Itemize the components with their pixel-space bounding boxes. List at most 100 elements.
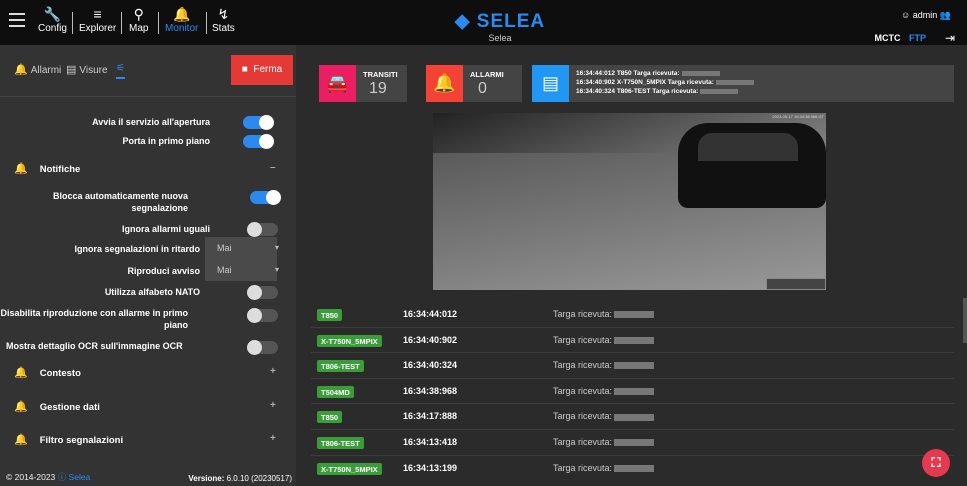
nav-divider <box>72 12 73 34</box>
log-line-text: 16:34:40:902 X-T750N_5MPIX Targa ricevut… <box>576 79 714 86</box>
nav-stats[interactable]: ↯ Stats <box>212 5 235 34</box>
list-icon: ▤ <box>532 65 569 102</box>
select-value: Mai <box>217 265 232 275</box>
log-line: 16:34:40:902 X-T750N_5MPIX Targa ricevut… <box>576 78 754 87</box>
nav-config[interactable]: 🔧 Config <box>38 5 67 34</box>
expand-icon[interactable]: + <box>270 366 276 377</box>
ftp-link[interactable]: FTP <box>909 33 926 43</box>
logout-icon[interactable]: ⇥ <box>945 31 955 45</box>
user-menu[interactable]: ☺ admin 👥 <box>901 10 951 21</box>
setting-label: Riproduci avviso <box>127 266 200 276</box>
sidebar-tabs: 🔔 Allarmi ▤ Visure ⚟ ■ Ferma <box>0 45 296 97</box>
wrench-icon: 🔧 <box>43 6 62 22</box>
toggle-avvia[interactable] <box>243 115 274 130</box>
transit-time: 16:34:44:012 <box>403 309 458 319</box>
toggle-disabilita[interactable] <box>247 308 278 323</box>
table-row[interactable]: T850 16:34:44:012 Targa ricevuta: <box>311 302 954 328</box>
section-filtro[interactable]: 🔔 Filtro segnalazioni + <box>14 433 284 446</box>
toggle-ignora-uguali[interactable] <box>247 222 278 237</box>
user-name: admin <box>912 10 938 20</box>
transit-time: 16:34:17:888 <box>403 411 458 422</box>
log-lines: 16:34:44:012 T850 Targa ricevuta: 16:34:… <box>576 69 754 96</box>
table-row[interactable]: X-T750N_5MPIX 16:34:40:902 Targa ricevut… <box>311 328 954 354</box>
selea-diamond-icon: ◆ <box>454 11 471 32</box>
nav-monitor[interactable]: 🔔 Monitor <box>165 5 198 34</box>
copyright: © 2014-2023 <box>6 472 56 482</box>
log-line-text: 16:34:40:324 T806-TEST Targa ricevuta: <box>576 88 699 95</box>
setting-label: Ignora allarmi uguali <box>121 224 210 234</box>
select-ritardo[interactable]: Mai <box>205 237 279 259</box>
company-link[interactable]: Selea <box>69 472 91 482</box>
section-notifiche[interactable]: 🔔 Notifiche – <box>14 162 284 175</box>
setting-label: Disabilita riproduzione con allarme in p… <box>0 308 188 330</box>
transit-message: Targa ricevuta: <box>553 360 655 370</box>
transit-time: 16:34:40:902 <box>403 334 458 345</box>
plate-badge: T806-TEST <box>317 360 364 373</box>
status-links: MCTC FTP <box>868 33 926 43</box>
redacted-plate <box>614 311 655 319</box>
nav-map[interactable]: ⚲ Map <box>129 5 148 34</box>
nav-explorer-label: Explorer <box>79 23 117 34</box>
brand-logo: ◆ SELEA <box>440 10 560 33</box>
transits-table: T850 16:34:44:012 Targa ricevuta: X-T750… <box>311 302 954 481</box>
stop-button[interactable]: ■ Ferma <box>231 55 293 85</box>
fullscreen-icon: ⛶ <box>931 455 941 470</box>
toggle-blocca[interactable] <box>250 190 281 205</box>
toggle-nato[interactable] <box>247 285 278 300</box>
transit-message: Targa ricevuta: <box>553 335 655 345</box>
nav-divider <box>158 12 159 34</box>
redacted-plate <box>614 464 655 472</box>
redacted-plate <box>614 336 655 344</box>
stop-icon: ■ <box>241 64 248 75</box>
sidebar: 🔔 Allarmi ▤ Visure ⚟ ■ Ferma Avvia il serv… <box>0 45 296 486</box>
version-info: Versione: 6.0.10 (20230517) <box>188 474 292 483</box>
fullscreen-button[interactable]: ⛶ <box>922 449 950 477</box>
plate-badge: T850 <box>317 309 343 321</box>
table-row[interactable]: T806-TEST 16:34:40:324 Targa ricevuta: <box>311 353 954 379</box>
tab-visure[interactable]: ▤ Visure <box>66 63 108 76</box>
redacted-plate <box>715 79 754 85</box>
bell-icon: 🔔 <box>14 64 28 76</box>
camera-image[interactable]: 2023-05-17 16:34:38.968 GT <box>433 113 826 290</box>
select-value: Mai <box>217 243 232 253</box>
monitor-panel: 🚘 TRANSITI 19 🔔 ALLARMI 0 ▤ 16:34:44:012… <box>296 45 967 486</box>
expand-icon[interactable]: + <box>270 400 276 411</box>
select-avviso[interactable]: Mai <box>205 259 279 281</box>
top-navbar: 🔧 Config ≡ Explorer ⚲ Map 🔔 Monitor ↯ St… <box>0 0 967 45</box>
setting-label: Porta in primo piano <box>122 136 210 146</box>
transit-time: 16:34:40:324 <box>403 360 458 371</box>
hamburger-menu-icon[interactable] <box>9 13 25 27</box>
nav-monitor-label: Monitor <box>165 23 199 34</box>
bell-icon: 🔔 <box>14 367 28 379</box>
toggle-ocr[interactable] <box>247 340 278 355</box>
collapse-icon[interactable]: – <box>270 162 276 173</box>
section-title: Filtro segnalazioni <box>39 435 124 446</box>
nav-explorer[interactable]: ≡ Explorer <box>79 5 116 34</box>
version-label: Versione: <box>188 474 225 483</box>
tab-settings[interactable]: ⚟ <box>116 63 125 79</box>
section-title: Gestione dati <box>39 402 100 413</box>
tab-visure-label: Visure <box>79 65 108 76</box>
plate-badge: T806-TEST <box>317 436 364 449</box>
redacted-plate <box>700 88 739 94</box>
transits-label: TRANSITI <box>363 70 398 79</box>
table-row[interactable]: T806-TEST 16:34:13:418 Targa ricevuta: <box>311 430 954 456</box>
redacted-plate <box>614 413 655 421</box>
transit-time: 16:34:13:418 <box>403 436 458 447</box>
transit-message: Targa ricevuta: <box>553 437 655 447</box>
toggle-primo-piano[interactable] <box>243 134 274 149</box>
scrollbar[interactable] <box>963 298 967 343</box>
transits-card: 🚘 TRANSITI 19 <box>319 65 407 102</box>
mctc-link[interactable]: MCTC <box>874 33 900 43</box>
expand-icon[interactable]: + <box>270 433 276 444</box>
section-gestione-dati[interactable]: 🔔 Gestione dati + <box>14 400 284 413</box>
table-row[interactable]: T504MD 16:34:38:968 Targa ricevuta: <box>311 379 954 405</box>
table-row[interactable]: T850 16:34:17:888 Targa ricevuta: <box>311 404 954 430</box>
nav-config-label: Config <box>38 23 67 34</box>
redacted-plate <box>614 439 655 447</box>
message-text: Targa ricevuta: <box>553 411 613 422</box>
section-contesto[interactable]: 🔔 Contesto + <box>14 366 284 379</box>
tab-allarmi[interactable]: 🔔 Allarmi <box>14 63 61 76</box>
table-row[interactable]: X-T750N_5MPIX 16:34:13:199 Targa ricevut… <box>311 456 954 482</box>
alarms-count: 0 <box>478 80 487 97</box>
